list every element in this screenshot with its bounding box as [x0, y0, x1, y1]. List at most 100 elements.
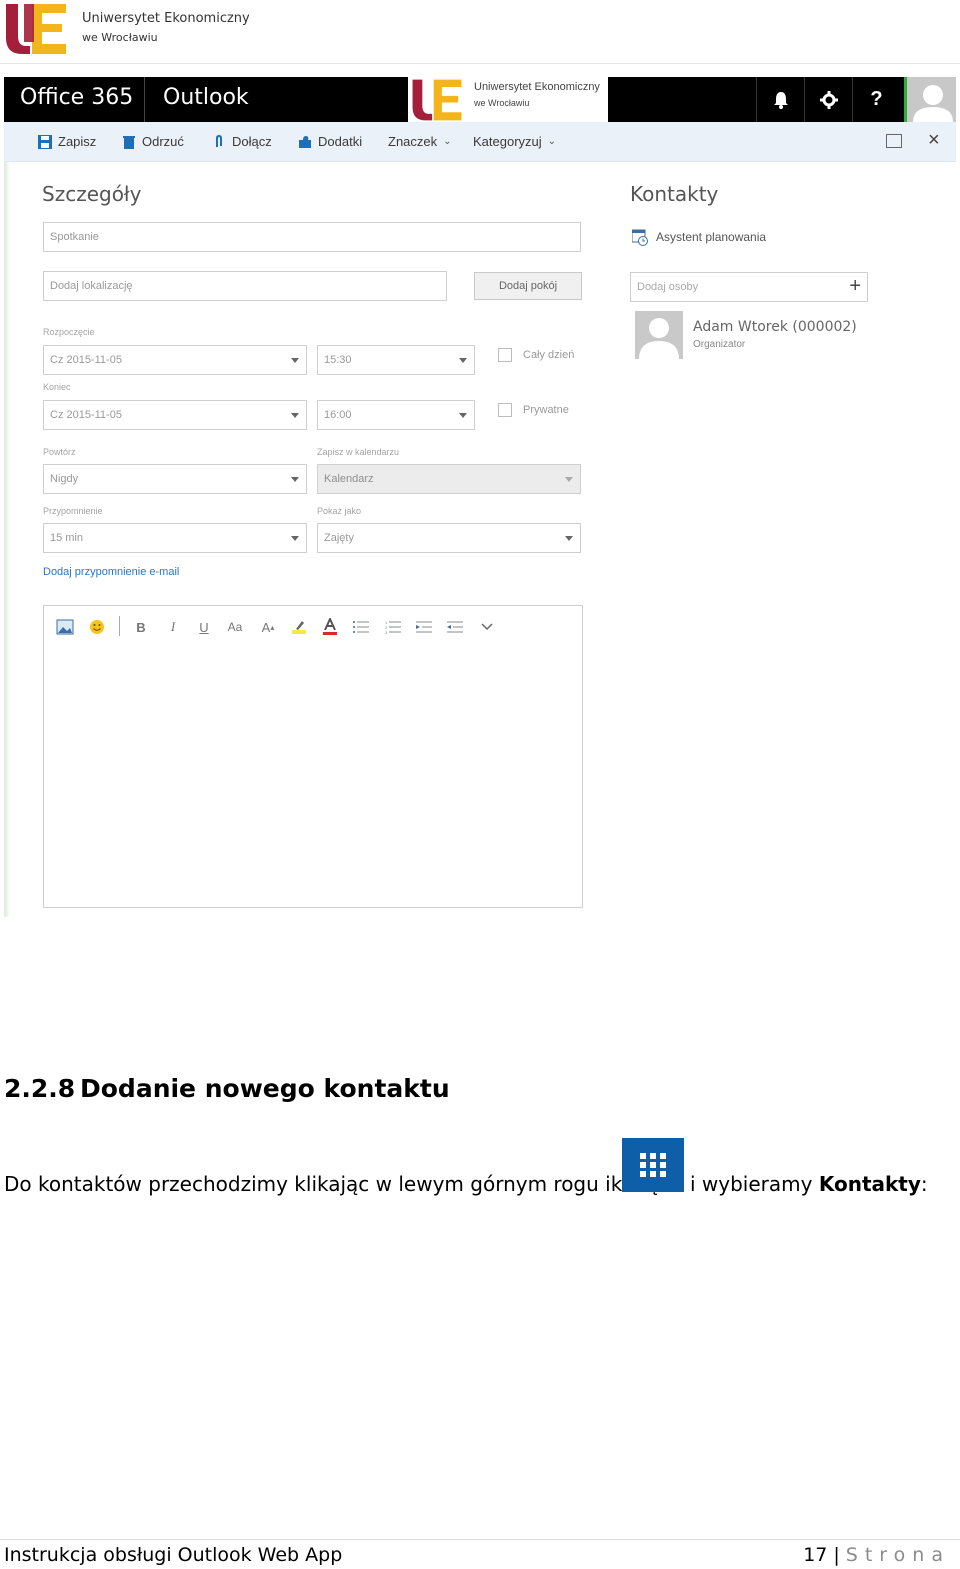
popout-icon[interactable]: [886, 134, 902, 148]
contacts-keyword: Kontakty: [818, 1172, 921, 1196]
instruction-suffix: :: [920, 1172, 928, 1196]
org-banner-city: we Wrocławiu: [474, 98, 530, 108]
svg-text:3: 3: [385, 630, 388, 634]
discard-button[interactable]: Odrzuć: [122, 134, 184, 149]
increase-indent-icon[interactable]: [413, 618, 435, 636]
repeat-select[interactable]: Nigdy: [43, 464, 307, 494]
attach-label: Dołącz: [232, 134, 272, 149]
help-icon[interactable]: ?: [852, 77, 900, 122]
subject-input[interactable]: Spotkanie: [43, 222, 581, 252]
body-editor[interactable]: B I U Aa A ▴ 123: [43, 605, 583, 908]
office365-brand[interactable]: Office 365: [20, 85, 133, 110]
bullet-list-icon[interactable]: [350, 618, 372, 636]
gear-icon[interactable]: [804, 77, 852, 122]
close-icon[interactable]: ×: [928, 129, 940, 152]
repeat-value: Nigdy: [50, 473, 79, 485]
save-button[interactable]: Zapisz: [38, 134, 96, 149]
dropdown-caret-icon: [565, 536, 573, 541]
save-to-calendar-value: Kalendarz: [324, 473, 374, 485]
contacts-title: Kontakty: [630, 182, 719, 206]
org-banner: Uniwersytet Ekonomiczny we Wrocławiu: [408, 77, 608, 122]
show-as-value: Zajęty: [324, 532, 354, 544]
user-avatar[interactable]: [904, 77, 956, 122]
reminder-select[interactable]: 15 min: [43, 523, 307, 553]
paperclip-icon: [216, 134, 222, 147]
show-as-select[interactable]: Zajęty: [317, 523, 581, 553]
start-time-select[interactable]: 15:30: [317, 345, 475, 375]
suite-bar: Office 365 Outlook Uniwersytet Ekonomicz…: [4, 77, 956, 122]
suite-separator: [144, 77, 145, 122]
university-name: Uniwersytet Ekonomiczny: [82, 11, 250, 26]
end-time-select[interactable]: 16:00: [317, 400, 475, 430]
section-heading: 2.2.8 Dodanie nowego kontaktu: [4, 1074, 450, 1103]
toolbar-separator: [119, 616, 120, 636]
outlook-app-name[interactable]: Outlook: [163, 85, 249, 110]
dropdown-caret-icon: [565, 477, 573, 482]
instruction-prefix: i wybieramy: [690, 1172, 819, 1196]
scheduling-assistant-label: Asystent planowania: [656, 230, 767, 244]
addins-button[interactable]: Dodatki: [298, 134, 362, 149]
attendee-card[interactable]: Adam Wtorek (000002) Organizator: [635, 311, 895, 361]
decrease-indent-icon[interactable]: [444, 618, 466, 636]
discard-label: Odrzuć: [142, 134, 184, 149]
categorize-dropdown[interactable]: Kategoryzuj ⌄: [473, 134, 556, 149]
end-date-select[interactable]: Cz 2015-11-05: [43, 400, 307, 430]
reminder-label: Przypomnienie: [43, 506, 103, 516]
details-title: Szczegóły: [42, 182, 142, 206]
categorize-label: Kategoryzuj: [473, 134, 542, 149]
addins-label: Dodatki: [318, 134, 363, 149]
bell-icon[interactable]: [756, 77, 804, 122]
end-time-value: 16:00: [324, 409, 352, 421]
all-day-label: Cały dzień: [523, 349, 575, 361]
attendee-name: Adam Wtorek (000002): [693, 319, 857, 335]
font-color-icon[interactable]: [319, 618, 341, 636]
add-people-input[interactable]: Dodaj osoby +: [630, 272, 868, 302]
dropdown-caret-icon: [459, 358, 467, 363]
font-size-button[interactable]: Aa: [224, 618, 246, 636]
attendee-avatar: [635, 311, 683, 359]
flag-dropdown[interactable]: Znaczek ⌄: [388, 134, 452, 149]
start-label: Rozpoczęcie: [43, 327, 95, 337]
underline-button[interactable]: U: [193, 618, 215, 636]
dropdown-caret-icon: [459, 413, 467, 418]
repeat-label: Powtórz: [43, 447, 76, 457]
start-date-select[interactable]: Cz 2015-11-05: [43, 345, 307, 375]
calendar-clock-icon: [632, 229, 648, 246]
save-to-calendar-select: Kalendarz: [317, 464, 581, 494]
footer-separator: |: [833, 1544, 840, 1566]
highlight-icon[interactable]: [288, 618, 310, 636]
all-day-checkbox[interactable]: [498, 348, 512, 362]
command-bar: Zapisz Odrzuć Dołącz Dodatki Znaczek ⌄ K…: [4, 122, 956, 162]
numbered-list-icon[interactable]: 123: [382, 618, 404, 636]
italic-button[interactable]: I: [162, 618, 184, 636]
private-label: Prywatne: [523, 404, 569, 416]
more-options-chevron-icon[interactable]: [476, 618, 498, 636]
page-word: Strona: [845, 1544, 950, 1566]
save-to-calendar-label: Zapisz w kalendarzu: [317, 447, 400, 457]
bold-button[interactable]: B: [130, 618, 152, 636]
dropdown-caret-icon: [291, 413, 299, 418]
location-input[interactable]: Dodaj lokalizację: [43, 271, 447, 301]
emoji-icon[interactable]: [86, 618, 108, 636]
grow-font-button[interactable]: A ▴: [257, 618, 279, 636]
chevron-down-icon: ⌄: [547, 136, 557, 147]
flag-label: Znaczek: [388, 134, 438, 149]
attach-button[interactable]: Dołącz: [212, 134, 272, 149]
insert-picture-icon[interactable]: [54, 618, 76, 636]
plus-icon[interactable]: +: [849, 275, 861, 298]
save-label: Zapisz: [58, 134, 97, 149]
university-city: we Wrocławiu: [82, 31, 158, 44]
chevron-down-icon: ⌄: [443, 136, 452, 147]
org-banner-name: Uniwersytet Ekonomiczny: [474, 81, 600, 93]
owa-event-screenshot: Office 365 Outlook Uniwersytet Ekonomicz…: [4, 77, 956, 917]
scheduling-assistant-link[interactable]: Asystent planowania: [632, 228, 766, 246]
add-email-reminder-link[interactable]: Dodaj przypomnienie e-mail: [43, 566, 179, 578]
ue-banner-logo-icon: [412, 79, 462, 121]
add-room-button[interactable]: Dodaj pokój: [474, 272, 582, 300]
end-date-value: Cz 2015-11-05: [50, 409, 122, 421]
floppy-icon: [38, 134, 52, 149]
private-checkbox[interactable]: [498, 403, 512, 417]
page-footer-number: 17 | Strona: [803, 1544, 950, 1566]
add-people-placeholder: Dodaj osoby: [637, 281, 699, 293]
puzzle-icon: [299, 135, 311, 148]
